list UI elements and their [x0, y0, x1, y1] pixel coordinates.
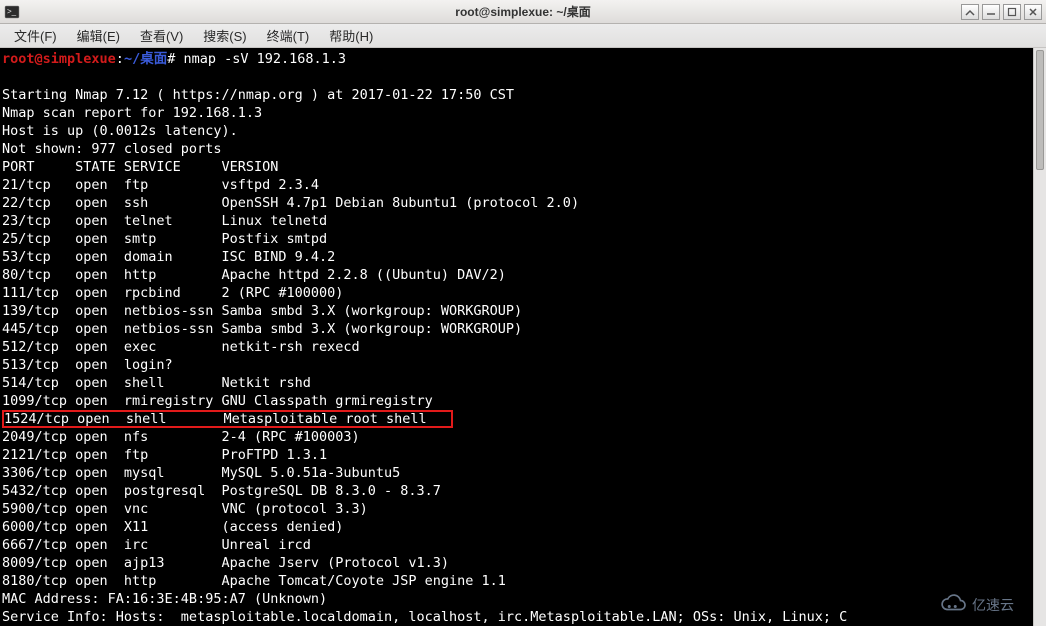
- port-row-25: 25/tcp open smtp Postfix smtpd: [2, 231, 327, 247]
- port-row-22: 22/tcp open ssh OpenSSH 4.7p1 Debian 8ub…: [2, 195, 579, 211]
- output-blank: [2, 69, 10, 85]
- scrollbar-thumb[interactable]: [1036, 50, 1044, 170]
- port-row-80: 80/tcp open http Apache httpd 2.2.8 ((Ub…: [2, 267, 506, 283]
- terminal-area[interactable]: root@simplexue:~/桌面# nmap -sV 192.168.1.…: [0, 48, 1046, 626]
- output-cols: PORT STATE SERVICE VERSION: [2, 159, 278, 175]
- window-title: root@simplexue: ~/桌面: [455, 3, 590, 20]
- port-row-139: 139/tcp open netbios-ssn Samba smbd 3.X …: [2, 303, 522, 319]
- menu-view[interactable]: 查看(V): [130, 24, 193, 47]
- output-serviceinfo: Service Info: Hosts: metasploitable.loca…: [2, 609, 847, 625]
- port-row-8009: 8009/tcp open ajp13 Apache Jserv (Protoc…: [2, 555, 449, 571]
- menubar: 文件(F) 编辑(E) 查看(V) 搜索(S) 终端(T) 帮助(H): [0, 24, 1046, 48]
- port-row-1099: 1099/tcp open rmiregistry GNU Classpath …: [2, 393, 433, 409]
- terminal-scrollbar[interactable]: [1033, 48, 1046, 626]
- port-row-3306: 3306/tcp open mysql MySQL 5.0.51a-3ubunt…: [2, 465, 400, 481]
- prompt-path: ~/桌面: [124, 51, 167, 67]
- output-mac: MAC Address: FA:16:3E:4B:95:A7 (Unknown): [2, 591, 327, 607]
- terminal-content[interactable]: root@simplexue:~/桌面# nmap -sV 192.168.1.…: [2, 50, 1044, 626]
- port-row-2121: 2121/tcp open ftp ProFTPD 1.3.1: [2, 447, 327, 463]
- command-text: nmap -sV 192.168.1.3: [183, 51, 346, 67]
- port-row-8180: 8180/tcp open http Apache Tomcat/Coyote …: [2, 573, 506, 589]
- close-button[interactable]: [1024, 4, 1042, 20]
- shade-button[interactable]: [982, 4, 1000, 20]
- port-row-513: 513/tcp open login?: [2, 357, 173, 373]
- svg-text:>_: >_: [7, 7, 17, 16]
- port-row-512: 512/tcp open exec netkit-rsh rexecd: [2, 339, 360, 355]
- output-header: Starting Nmap 7.12 ( https://nmap.org ) …: [2, 87, 514, 103]
- highlighted-row-1524: 1524/tcp open shell Metasploitable root …: [2, 410, 453, 428]
- menu-file[interactable]: 文件(F): [4, 24, 67, 47]
- port-row-445: 445/tcp open netbios-ssn Samba smbd 3.X …: [2, 321, 522, 337]
- output-notshown: Not shown: 977 closed ports: [2, 141, 221, 157]
- menu-help[interactable]: 帮助(H): [319, 24, 383, 47]
- port-row-21: 21/tcp open ftp vsftpd 2.3.4: [2, 177, 319, 193]
- prompt-hash: #: [167, 51, 175, 67]
- port-row-5432: 5432/tcp open postgresql PostgreSQL DB 8…: [2, 483, 441, 499]
- window-titlebar: >_ root@simplexue: ~/桌面: [0, 0, 1046, 24]
- prompt-userhost: root@simplexue: [2, 51, 116, 67]
- output-hostup: Host is up (0.0012s latency).: [2, 123, 238, 139]
- port-row-5900: 5900/tcp open vnc VNC (protocol 3.3): [2, 501, 368, 517]
- port-row-6000: 6000/tcp open X11 (access denied): [2, 519, 343, 535]
- output-report: Nmap scan report for 192.168.1.3: [2, 105, 262, 121]
- port-row-1524: 1524/tcp open shell Metasploitable root …: [4, 411, 451, 427]
- menu-search[interactable]: 搜索(S): [193, 24, 256, 47]
- port-row-514: 514/tcp open shell Netkit rshd: [2, 375, 311, 391]
- port-row-53: 53/tcp open domain ISC BIND 9.4.2: [2, 249, 335, 265]
- minimize-button[interactable]: [961, 4, 979, 20]
- menu-edit[interactable]: 编辑(E): [67, 24, 130, 47]
- port-row-6667: 6667/tcp open irc Unreal ircd: [2, 537, 311, 553]
- port-row-111: 111/tcp open rpcbind 2 (RPC #100000): [2, 285, 343, 301]
- menu-terminal[interactable]: 终端(T): [257, 24, 320, 47]
- port-row-2049: 2049/tcp open nfs 2-4 (RPC #100003): [2, 429, 360, 445]
- window-controls: [961, 4, 1042, 20]
- port-row-23: 23/tcp open telnet Linux telnetd: [2, 213, 327, 229]
- terminal-icon: >_: [4, 4, 20, 20]
- maximize-button[interactable]: [1003, 4, 1021, 20]
- prompt-colon: :: [116, 51, 124, 67]
